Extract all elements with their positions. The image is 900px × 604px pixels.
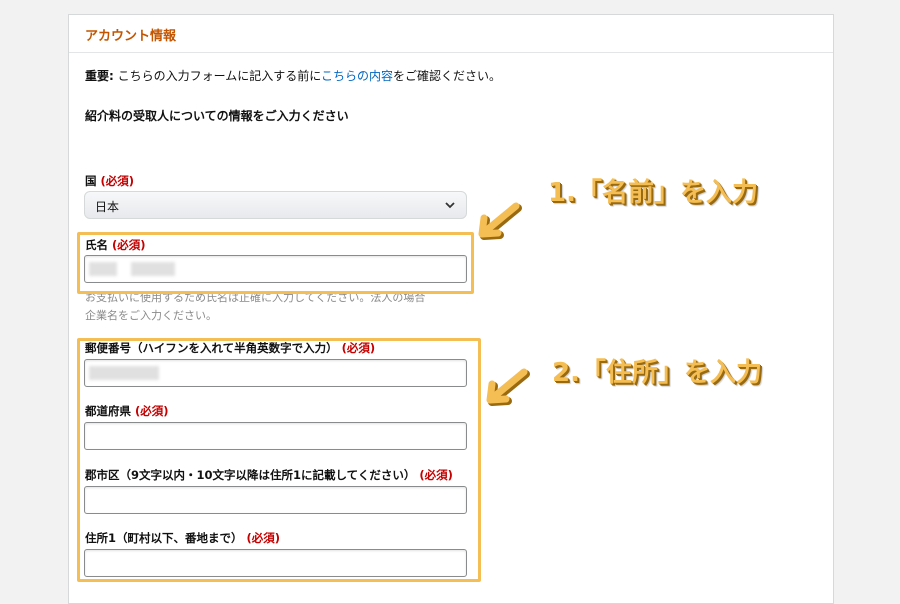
panel-header: アカウント情報 <box>69 15 833 53</box>
country-select[interactable]: 日本 <box>84 191 467 219</box>
country-select-value: 日本 <box>95 200 120 214</box>
notice-prefix: 重要: <box>85 69 114 83</box>
step1-annotation: 1.「名前」を入力 <box>548 178 758 208</box>
arrow-icon <box>486 368 530 406</box>
recipient-info-heading: 紹介料の受取人についての情報をご入力ください <box>85 109 349 123</box>
name-help-text: お支払いに使用するため氏名は正確に入力してください。法人の場合 企業名をご入力く… <box>85 291 426 322</box>
chevron-down-icon <box>445 202 455 209</box>
notice-text-after: をご確認ください。 <box>393 69 502 83</box>
address-highlight-box <box>77 338 481 582</box>
required-mark: (必須) <box>100 174 135 188</box>
important-notice: 重要: こちらの入力フォームに記入する前にこちらの内容をご確認ください。 <box>85 67 501 84</box>
notice-text: こちらの入力フォームに記入する前に <box>113 69 322 83</box>
step2-annotation: 2.「住所」を入力 <box>552 358 762 388</box>
notice-link[interactable]: こちらの内容 <box>321 69 393 83</box>
panel-title: アカウント情報 <box>85 29 177 44</box>
name-highlight-box <box>77 232 474 294</box>
country-label: 国 (必須) <box>85 174 135 188</box>
arrow-icon <box>478 202 522 240</box>
